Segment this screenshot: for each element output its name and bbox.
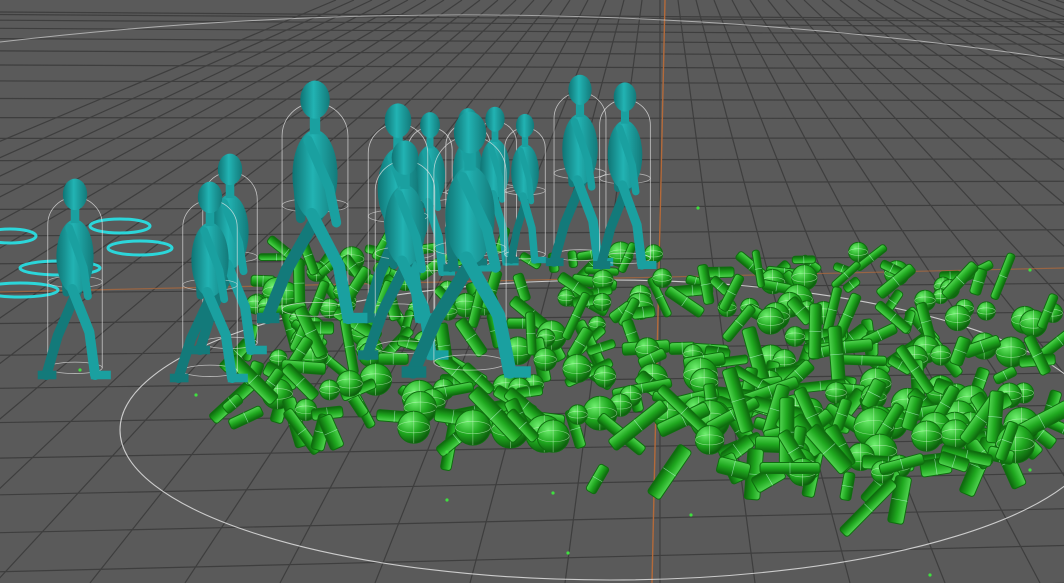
ragdoll-head	[652, 268, 672, 288]
particle-dot	[445, 450, 449, 454]
ragdoll-head	[593, 365, 617, 388]
particle-dot	[551, 491, 555, 495]
ragdoll-limb	[836, 354, 888, 367]
agent-head	[568, 74, 592, 105]
ragdoll-head	[397, 410, 431, 444]
agent-head	[453, 111, 487, 154]
ragdoll-head	[911, 420, 943, 452]
agent-neck	[491, 130, 499, 142]
ragdoll-head	[756, 306, 785, 335]
agent-head	[62, 178, 88, 211]
grid-line	[0, 64, 1064, 70]
crowd-agent[interactable]	[545, 74, 614, 267]
grid-line	[1019, 0, 1064, 18]
agent-head	[515, 113, 535, 138]
agent-foot	[227, 373, 248, 383]
grid-line	[0, 50, 1064, 57]
agent-head	[420, 112, 440, 138]
ragdoll-head	[976, 301, 996, 321]
particle-dot	[696, 206, 700, 210]
agent-foot	[169, 373, 189, 383]
scene-canvas[interactable]	[0, 0, 1064, 583]
ragdoll-head	[562, 353, 592, 384]
agent-foot	[545, 257, 564, 267]
ragdoll-head	[944, 305, 971, 332]
particle-dot	[1028, 268, 1032, 272]
3d-viewport[interactable]	[0, 0, 1064, 583]
ragdoll-head	[319, 379, 340, 401]
ragdoll-limb	[839, 471, 856, 501]
ragdoll-limb	[759, 462, 821, 474]
ragdoll-limb	[377, 352, 409, 365]
glow-marker	[88, 217, 152, 235]
agent-foot	[531, 256, 547, 264]
particle-dot	[194, 393, 198, 397]
ragdoll-limb	[585, 463, 610, 495]
agent-neck	[70, 208, 80, 224]
ragdoll-head	[694, 425, 725, 455]
agent-foot	[246, 345, 267, 355]
ragdoll-head	[643, 244, 664, 264]
particle-dot	[1028, 468, 1032, 472]
agent-neck	[400, 173, 410, 189]
agent-head	[217, 153, 243, 186]
particle-dot	[928, 573, 932, 577]
agent-neck	[575, 103, 585, 118]
agent-head	[197, 181, 223, 214]
agent-foot	[37, 370, 57, 380]
glow-marker	[0, 281, 60, 299]
agent-neck	[309, 116, 321, 135]
agent-neck	[225, 183, 235, 199]
ragdoll-head	[557, 289, 575, 307]
agent-neck	[621, 110, 629, 124]
agent-neck	[205, 211, 215, 227]
agent-neck	[464, 151, 476, 171]
ragdoll-head	[536, 419, 570, 453]
ragdoll-head	[784, 326, 806, 347]
particle-dot	[566, 551, 570, 555]
agent-foot	[256, 312, 280, 324]
agent-foot	[401, 366, 427, 378]
grid-line	[1055, 0, 1064, 4]
ragdoll-limb	[647, 444, 692, 500]
agent-foot	[343, 312, 368, 324]
particle-dot	[78, 368, 82, 372]
agent-foot	[637, 261, 657, 269]
agent-head	[384, 103, 412, 138]
ragdoll-head	[930, 344, 952, 366]
agent-head	[485, 106, 505, 132]
ragdoll-head	[592, 292, 612, 312]
agent-foot	[358, 350, 379, 360]
ragdoll-limb	[808, 303, 822, 360]
ragdoll-limb	[791, 255, 816, 265]
ragdoll-limb	[990, 252, 1016, 300]
agent-foot	[504, 256, 519, 264]
agent-neck	[521, 136, 529, 147]
grid-line	[0, 80, 1064, 85]
agent-head	[300, 80, 330, 119]
agent-head	[391, 140, 419, 175]
agent-foot	[593, 261, 611, 269]
particle-dot	[689, 513, 693, 517]
crowd-agent[interactable]	[593, 82, 657, 270]
agent-foot	[504, 366, 531, 378]
ragdoll-head	[336, 370, 363, 397]
ragdoll-limb	[525, 311, 537, 356]
ragdoll-limb	[993, 366, 1017, 385]
glow-marker	[106, 239, 174, 257]
particle-dot	[445, 498, 449, 502]
ragdoll-limb	[567, 250, 578, 269]
ragdoll-head	[533, 347, 557, 372]
agent-foot	[191, 345, 210, 355]
agent-foot	[90, 370, 111, 380]
grid-line	[947, 0, 1064, 56]
agent-neck	[426, 136, 434, 149]
ragdoll-limb	[715, 456, 752, 480]
agent-head	[613, 82, 637, 112]
agent-foot	[426, 350, 449, 360]
crowd-agent[interactable]	[504, 113, 547, 264]
ragdoll-head	[567, 404, 588, 425]
